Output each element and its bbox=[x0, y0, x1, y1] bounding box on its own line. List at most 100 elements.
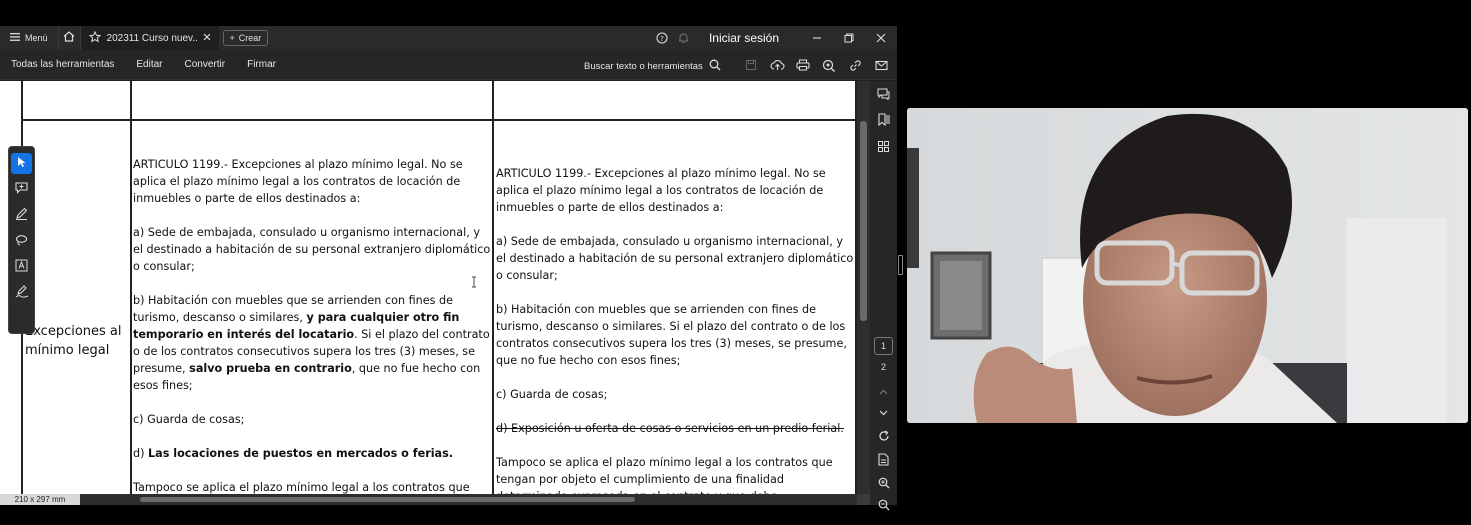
previous-page-button[interactable] bbox=[870, 380, 897, 401]
page-fit-icon bbox=[878, 453, 889, 471]
zoom-out-icon bbox=[878, 498, 890, 516]
webcam-video-feed bbox=[907, 108, 1468, 423]
sign-tool[interactable] bbox=[11, 283, 32, 304]
lasso-icon bbox=[15, 233, 28, 251]
horizontal-scrollbar[interactable] bbox=[80, 494, 857, 505]
minimize-button[interactable] bbox=[801, 33, 833, 43]
left-paragraph-1: ARTICULO 1199.- Excepciones al plazo mín… bbox=[133, 158, 463, 205]
title-bar-right: ? Iniciar sesión bbox=[651, 26, 897, 50]
right-paragraph-1: ARTICULO 1199.- Excepciones al plazo mín… bbox=[496, 167, 826, 214]
left-p3-d: salvo prueba en contrario bbox=[189, 362, 352, 375]
document-tab[interactable]: 202311 Curso nuev... bbox=[80, 26, 219, 50]
zoom-in-icon bbox=[878, 476, 890, 494]
search-label: Buscar texto o herramientas bbox=[584, 61, 703, 72]
row-label: Excepciones al mínimo legal bbox=[25, 324, 122, 358]
close-window-button[interactable] bbox=[865, 33, 897, 43]
right-paragraph-6: Tampoco se aplica el plazo mínimo legal … bbox=[496, 456, 833, 494]
create-button[interactable]: + Crear bbox=[222, 30, 269, 46]
zoom-in-button[interactable] bbox=[870, 474, 897, 496]
right-paragraph-2: a) Sede de embajada, consulado u organis… bbox=[496, 235, 854, 282]
right-paragraph-3: b) Habitación con muebles que se arriend… bbox=[496, 303, 847, 367]
svg-text:?: ? bbox=[660, 35, 664, 43]
star-icon[interactable] bbox=[88, 30, 101, 46]
email-icon[interactable] bbox=[868, 56, 894, 74]
main-toolbar: Todas las herramientas Editar Convertir … bbox=[0, 50, 897, 80]
highlight-tool[interactable] bbox=[11, 205, 32, 226]
edit-menu[interactable]: Editar bbox=[125, 59, 173, 70]
bookmark-icon bbox=[877, 113, 890, 131]
signature-pen-icon bbox=[15, 284, 29, 303]
restore-button[interactable] bbox=[833, 33, 865, 43]
comment-tool[interactable] bbox=[11, 179, 32, 200]
all-tools-menu[interactable]: Todas las herramientas bbox=[0, 59, 125, 70]
table-border-col2 bbox=[492, 81, 494, 494]
lasso-draw-tool[interactable] bbox=[11, 231, 32, 252]
help-icon[interactable]: ? bbox=[651, 32, 673, 44]
text-box-tool[interactable] bbox=[11, 257, 32, 278]
page-2-button[interactable]: 2 bbox=[874, 358, 893, 376]
tab-title: 202311 Curso nuev... bbox=[106, 32, 197, 44]
fit-page-button[interactable] bbox=[870, 450, 897, 474]
notification-bell-icon[interactable] bbox=[673, 32, 695, 44]
chevron-down-icon bbox=[879, 403, 888, 421]
bookmarks-panel-button[interactable] bbox=[870, 109, 897, 135]
vertical-scrollbar[interactable] bbox=[857, 81, 870, 494]
plus-icon: + bbox=[229, 33, 235, 43]
right-paragraph-5: d) Exposición u oferta de cosas o servic… bbox=[496, 422, 844, 435]
left-p5-a: d) bbox=[133, 447, 149, 460]
left-column-text: ARTICULO 1199.- Excepciones al plazo mín… bbox=[133, 156, 491, 494]
left-paragraph-2: a) Sede de embajada, consulado u organis… bbox=[133, 226, 491, 273]
document-view[interactable]: Excepciones al mínimo legal ARTICULO 119… bbox=[0, 81, 870, 505]
menu-label: Menú bbox=[25, 33, 48, 43]
text-cursor-icon bbox=[471, 275, 477, 293]
horizontal-scroll-thumb[interactable] bbox=[140, 497, 635, 502]
chevron-up-icon bbox=[879, 382, 888, 400]
right-paragraph-4: c) Guarda de cosas; bbox=[496, 388, 608, 401]
panel-resize-handle[interactable] bbox=[898, 255, 903, 275]
rotate-button[interactable] bbox=[870, 426, 897, 450]
select-tool[interactable] bbox=[11, 153, 32, 174]
left-paragraph-3: b) Habitación con muebles que se arriend… bbox=[133, 292, 491, 394]
search-tools[interactable]: Buscar texto o herramientas bbox=[584, 59, 721, 74]
page-size-indicator: 210 x 297 mm bbox=[0, 494, 80, 505]
comments-panel-button[interactable] bbox=[870, 83, 897, 109]
page-navigator: 1 2 bbox=[870, 337, 897, 518]
convert-menu[interactable]: Convertir bbox=[174, 59, 237, 70]
cursor-arrow-icon bbox=[17, 155, 27, 173]
webcam-person-image bbox=[907, 108, 1468, 423]
grid-icon bbox=[878, 139, 889, 157]
left-p5-b: Las locaciones de puestos en mercados o … bbox=[148, 447, 454, 460]
link-icon[interactable] bbox=[842, 56, 868, 74]
sign-in-link[interactable]: Iniciar sesión bbox=[709, 31, 779, 45]
vertical-scroll-thumb[interactable] bbox=[860, 121, 867, 321]
create-label: Crear bbox=[238, 33, 262, 43]
right-column-text: ARTICULO 1199.- Excepciones al plazo mín… bbox=[496, 165, 855, 494]
title-bar: Menú 202311 Curso nuev... + Crear ? Inic… bbox=[0, 26, 897, 50]
home-icon bbox=[63, 31, 75, 45]
text-box-icon bbox=[15, 259, 28, 277]
print-icon[interactable] bbox=[790, 56, 816, 74]
pdf-viewer-window: Menú 202311 Curso nuev... + Crear ? Inic… bbox=[0, 26, 897, 511]
toolbar-icon-group bbox=[738, 56, 894, 74]
home-button[interactable] bbox=[59, 26, 81, 50]
next-page-button[interactable] bbox=[870, 401, 897, 422]
hamburger-icon bbox=[10, 33, 20, 43]
rotate-icon bbox=[878, 429, 890, 447]
zoom-out-button[interactable] bbox=[870, 496, 897, 518]
right-side-panel: 1 2 bbox=[870, 81, 897, 511]
quick-tools-bar bbox=[8, 146, 35, 334]
table-border-col1 bbox=[130, 81, 132, 494]
left-paragraph-4: c) Guarda de cosas; bbox=[133, 413, 245, 426]
close-tab-icon[interactable] bbox=[203, 33, 211, 44]
pdf-page[interactable]: Excepciones al mínimo legal ARTICULO 119… bbox=[0, 81, 857, 494]
thumbnails-panel-button[interactable] bbox=[870, 135, 897, 161]
save-icon[interactable] bbox=[738, 56, 764, 74]
search-icon[interactable] bbox=[709, 59, 721, 74]
sign-menu[interactable]: Firmar bbox=[236, 59, 287, 70]
comment-add-icon bbox=[15, 181, 28, 199]
menu-button[interactable]: Menú bbox=[0, 26, 59, 50]
page-1-button[interactable]: 1 bbox=[874, 337, 893, 355]
search-document-icon[interactable] bbox=[816, 56, 842, 74]
pen-icon bbox=[15, 207, 28, 225]
upload-cloud-icon[interactable] bbox=[764, 56, 790, 74]
